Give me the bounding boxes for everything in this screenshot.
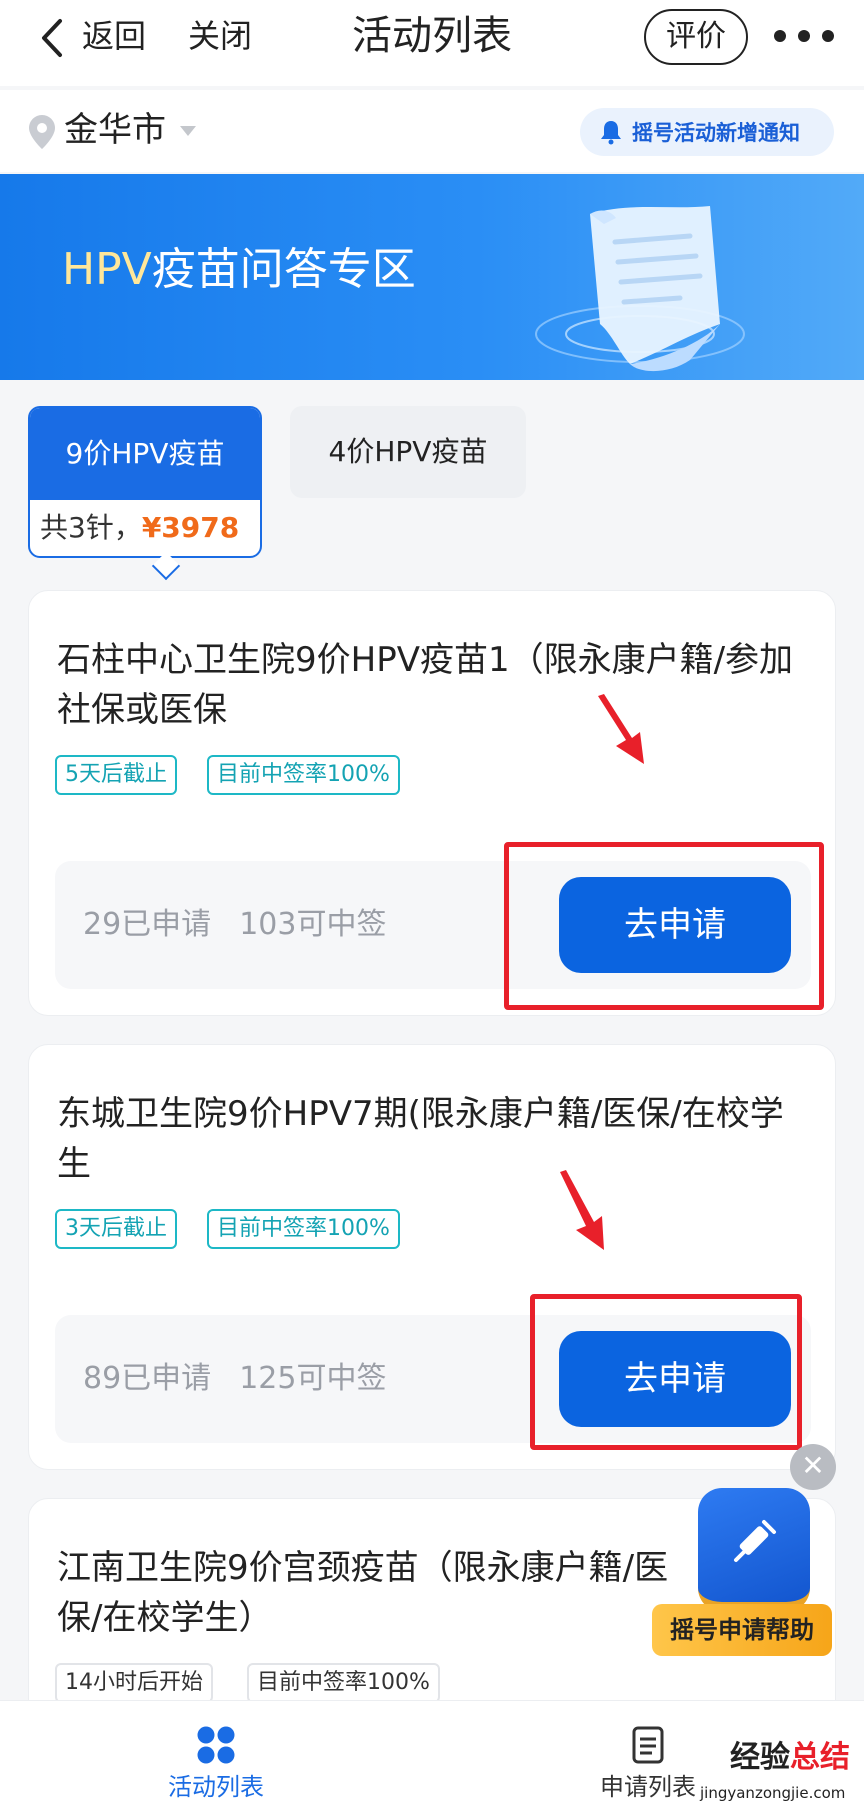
grid-icon <box>197 1726 235 1764</box>
deadline-tag: 5天后截止 <box>55 755 177 795</box>
hpv-qa-banner[interactable]: HPV疫苗问答专区 <box>0 174 864 380</box>
help-label-button[interactable]: 摇号申请帮助 <box>652 1604 832 1656</box>
document-scroll-illustration <box>535 206 745 372</box>
red-arrow-icon <box>560 1170 604 1250</box>
tab-4-valent-hpv[interactable]: 4价HPV疫苗 <box>290 406 526 498</box>
notify-label: 摇号活动新增通知 <box>632 121 800 145</box>
document-icon <box>632 1726 664 1764</box>
chevron-down-icon[interactable] <box>180 126 196 136</box>
activity-title: 石柱中心卫生院9价HPV疫苗1（限永康户籍/参加社保或医保 <box>57 640 794 730</box>
dose-price-info: 共3针，¥3978 <box>40 511 240 544</box>
syringe-icon <box>734 1520 776 1562</box>
tab-label: 9价HPV疫苗 <box>30 408 260 500</box>
nav-label: 活动列表 <box>168 1773 264 1801</box>
activity-title: 东城卫生院9价HPV7期(限永康户籍/医保/在校学生 <box>57 1094 784 1184</box>
back-button[interactable]: 返回 <box>82 16 146 56</box>
activity-title: 江南卫生院9价宫颈疫苗（限永康户籍/医保/在校学生） <box>57 1548 669 1638</box>
highlight-box <box>530 1294 802 1450</box>
new-activity-notify-button[interactable]: 摇号活动新增通知 <box>580 108 834 156</box>
win-rate-tag: 目前中签率100% <box>207 755 400 795</box>
stats-text: 89已申请 125可中签 <box>83 1361 387 1396</box>
rate-button[interactable]: 评价 <box>644 9 748 65</box>
close-button[interactable]: 关闭 <box>188 16 252 56</box>
city-selector[interactable]: 金华市 <box>64 108 166 152</box>
highlight-box <box>504 842 824 1010</box>
nav-activity-list[interactable]: 活动列表 <box>116 1701 316 1812</box>
red-arrow-icon <box>598 694 644 764</box>
location-pin-icon <box>29 115 55 149</box>
tab-pointer <box>151 551 181 581</box>
watermark: 经验总结 jingyanzongjie.com <box>700 1738 864 1812</box>
location-bar: 金华市 摇号活动新增通知 <box>0 90 864 172</box>
win-rate-tag: 目前中签率100% <box>247 1663 440 1703</box>
stats-text: 29已申请 103可中签 <box>83 907 387 942</box>
banner-title: HPV疫苗问答专区 <box>62 244 416 295</box>
top-navigation-bar: 返回 关闭 活动列表 评价 <box>0 0 864 86</box>
start-time-tag: 14小时后开始 <box>55 1663 213 1703</box>
bell-icon <box>601 121 621 145</box>
more-menu-icon[interactable] <box>774 20 834 52</box>
watermark-url: jingyanzongjie.com <box>700 1784 846 1802</box>
win-rate-tag: 目前中签率100% <box>207 1209 400 1249</box>
help-book-icon[interactable] <box>668 1480 828 1620</box>
price-value: ¥3978 <box>141 511 240 544</box>
watermark-cn: 经验总结 <box>730 1740 850 1775</box>
back-arrow-icon[interactable] <box>32 16 72 60</box>
deadline-tag: 3天后截止 <box>55 1209 177 1249</box>
tab-9-valent-hpv[interactable]: 9价HPV疫苗 共3针，¥3978 <box>28 406 262 581</box>
